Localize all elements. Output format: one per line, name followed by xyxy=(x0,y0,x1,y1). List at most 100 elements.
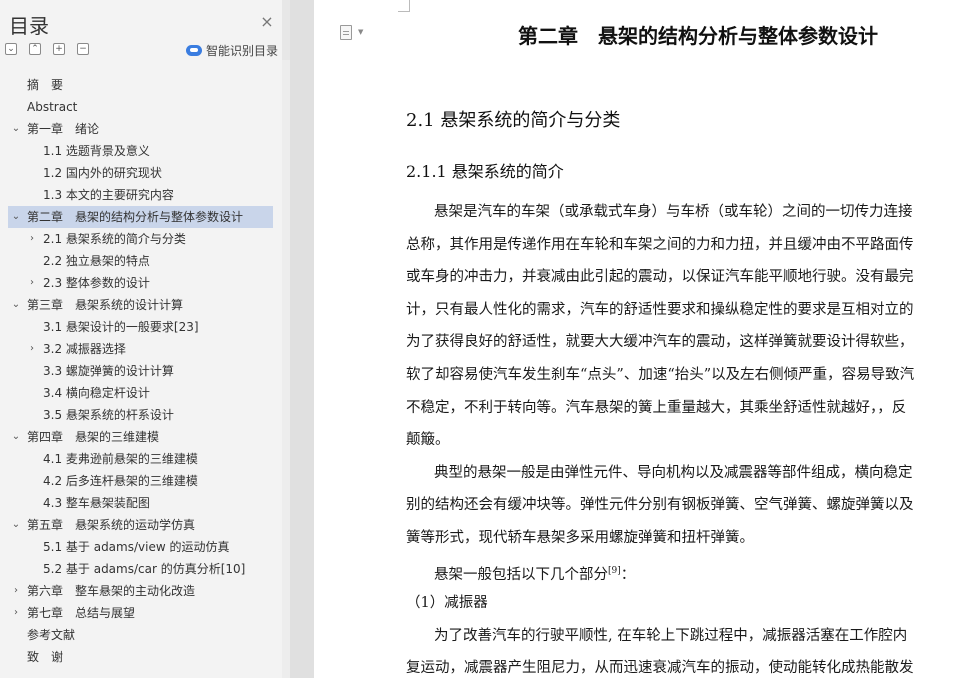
add-heading-icon[interactable]: + xyxy=(53,43,65,55)
panel-divider xyxy=(290,0,314,678)
toc-item-label: 3.4 横向稳定杆设计 xyxy=(43,386,150,400)
toc-item[interactable]: 4.2 后多连杆悬架的三维建模 xyxy=(8,470,273,492)
toc-item[interactable]: › 第七章 总结与展望 xyxy=(8,602,273,624)
paragraph-line: 软了却容易使汽车发生刹车“点头”、加速“抬头”以及左右侧倾严重，容易导致汽 xyxy=(406,365,914,385)
toc-item[interactable]: 3.5 悬架系统的杆系设计 xyxy=(8,404,273,426)
toc-item[interactable]: 摘 要 xyxy=(8,74,273,96)
toc-item[interactable]: 5.1 基于 adams/view 的运动仿真 xyxy=(8,536,273,558)
toc-item-label: 3.1 悬架设计的一般要求[23] xyxy=(43,320,199,334)
toc-item-label: 第五章 悬架系统的运动学仿真 xyxy=(27,518,196,532)
toc-item-label: 2.2 独立悬架的特点 xyxy=(43,254,150,268)
toc-item[interactable]: 3.1 悬架设计的一般要求[23] xyxy=(8,316,273,338)
paragraph-line: 计，只有最人性化的需求，汽车的舒适性要求和操纵稳定性的要求是互相对立的 xyxy=(406,300,914,320)
toc-item[interactable]: › 2.3 整体参数的设计 xyxy=(8,272,273,294)
toc-item[interactable]: 3.4 横向稳定杆设计 xyxy=(8,382,273,404)
line-tail: ： xyxy=(620,566,636,583)
toc-item-label: 摘 要 xyxy=(27,78,64,92)
toc-item[interactable]: ⌄ 第三章 悬架系统的设计计算 xyxy=(8,294,273,316)
smart-toc-label: 智能识别目录 xyxy=(206,43,279,58)
toc-item-label: 3.5 悬架系统的杆系设计 xyxy=(43,408,174,422)
paragraph-line: 总称，其作用是传递作用在车轮和车架之间的力和力扭，并且缓冲由不平路面传 xyxy=(406,235,914,255)
toc-item-label: 3.3 螺旋弹簧的设计计算 xyxy=(43,364,174,378)
line-text: 颠簸。 xyxy=(406,432,450,448)
toc-item-label: 2.3 整体参数的设计 xyxy=(43,276,150,290)
toc-item-label: 4.2 后多连杆悬架的三维建模 xyxy=(43,474,198,488)
subsection-title: 2.1.1 悬架系统的简介 xyxy=(406,162,564,181)
document-page: ▼ 第二章 悬架的结构分析与整体参数设计 2.1 悬架系统的简介与分类 2.1.… xyxy=(314,0,958,678)
toc-item-label: 2.1 悬架系统的简介与分类 xyxy=(43,232,186,246)
paragraph-line: 或车身的冲击力，并衰减由此引起的震动，以保证汽车能平顺地行驶。没有最完 xyxy=(406,267,914,287)
paragraph-line: 不稳定，不利于转向等。汽车悬架的簧上重量越大，其乘坐舒适性就越好，，反 xyxy=(406,398,906,418)
toc-item-label: 4.1 麦弗逊前悬架的三维建模 xyxy=(43,452,198,466)
line-text: 悬架一般包括以下几个部分 xyxy=(434,566,608,583)
toc-item-label: 致 谢 xyxy=(27,650,64,664)
toc-item[interactable]: 2.2 独立悬架的特点 xyxy=(8,250,273,272)
toc-item-label: Abstract xyxy=(27,100,78,114)
toc-item-label: 1.1 选题背景及意义 xyxy=(43,144,150,158)
toc-item-label: 5.1 基于 adams/view 的运动仿真 xyxy=(43,540,230,554)
toc-item-label: 第六章 整车悬架的主动化改造 xyxy=(27,584,196,598)
close-icon[interactable]: × xyxy=(258,13,276,31)
line-text: 别的结构还会有缓冲块等。弹性元件分别有钢板弹簧、空气弹簧、螺旋弹簧以及 xyxy=(406,497,914,513)
toc-item-label: 5.2 基于 adams/car 的仿真分析[10] xyxy=(43,562,246,576)
toc-item-label: 4.3 整车悬架装配图 xyxy=(43,496,150,510)
paragraph-line: 悬架是汽车的车架（或承载式车身）与车桥（或车轮）之间的一切传力连接 xyxy=(434,202,913,222)
chevron-down-icon[interactable]: ⌄ xyxy=(10,426,22,448)
toc-item[interactable]: 4.3 整车悬架装配图 xyxy=(8,492,273,514)
toc-item[interactable]: 1.1 选题背景及意义 xyxy=(8,140,273,162)
line-text: 复运动，减震器产生阻尼力，从而迅速衰减汽车的振动，使动能转化成热能散发 xyxy=(406,660,914,676)
line-text: 典型的悬架一般是由弹性元件、导向机构以及减震器等部件组成，横向稳定 xyxy=(434,465,913,481)
toc-item[interactable]: 5.2 基于 adams/car 的仿真分析[10] xyxy=(8,558,273,580)
toc-item[interactable]: 参考文献 xyxy=(8,624,273,646)
line-text: 总称，其作用是传递作用在车轮和车架之间的力和力扭，并且缓冲由不平路面传 xyxy=(406,237,914,253)
line-text: 计，只有最人性化的需求，汽车的舒适性要求和操纵稳定性的要求是互相对立的 xyxy=(406,302,914,318)
paragraph-line: 悬架一般包括以下几个部分[9]： xyxy=(434,561,635,585)
paragraph-line: 典型的悬架一般是由弹性元件、导向机构以及减震器等部件组成，横向稳定 xyxy=(434,463,913,483)
expand-all-icon[interactable]: ⌃ xyxy=(29,43,41,55)
toc-item[interactable]: 4.1 麦弗逊前悬架的三维建模 xyxy=(8,448,273,470)
toc-item-label: 1.2 国内外的研究现状 xyxy=(43,166,162,180)
toc-item[interactable]: ⌄ 第一章 绪论 xyxy=(8,118,273,140)
cloud-ai-icon xyxy=(186,44,202,56)
line-text: 悬架是汽车的车架（或承载式车身）与车桥（或车轮）之间的一切传力连接 xyxy=(434,204,913,220)
toc-title: 目录 xyxy=(9,14,49,38)
chevron-right-icon[interactable]: › xyxy=(26,272,38,294)
toc-item-label: 参考文献 xyxy=(27,628,76,642)
chevron-right-icon[interactable]: › xyxy=(10,602,22,624)
toc-item[interactable]: › 第六章 整车悬架的主动化改造 xyxy=(8,580,273,602)
toc-item[interactable]: 3.3 螺旋弹簧的设计计算 xyxy=(8,360,273,382)
toc-item-label: 第四章 悬架的三维建模 xyxy=(27,430,160,444)
toc-item[interactable]: 致 谢 xyxy=(8,646,273,668)
toc-item-label: 第七章 总结与展望 xyxy=(27,606,136,620)
toc-item[interactable]: Abstract xyxy=(8,96,273,118)
toc-item[interactable]: 1.3 本文的主要研究内容 xyxy=(8,184,273,206)
toc-item[interactable]: ⌄ 第二章 悬架的结构分析与整体参数设计 xyxy=(8,206,273,228)
chevron-right-icon[interactable]: › xyxy=(26,338,38,360)
toc-item[interactable]: › 2.1 悬架系统的简介与分类 xyxy=(8,228,273,250)
remove-heading-icon[interactable]: − xyxy=(77,43,89,55)
line-text: 为了改善汽车的行驶平顺性, 在车轮上下跳过程中，减振器活塞在工作腔内 xyxy=(434,628,908,644)
chevron-down-icon[interactable]: ⌄ xyxy=(10,294,22,316)
smart-toc-button[interactable]: 智能识别目录 xyxy=(186,41,278,59)
line-text: 不稳定，不利于转向等。汽车悬架的簧上重量越大，其乘坐舒适性就越好，，反 xyxy=(406,400,907,416)
toc-item[interactable]: ⌄ 第四章 悬架的三维建模 xyxy=(8,426,273,448)
chevron-right-icon[interactable]: › xyxy=(26,228,38,250)
toc-item[interactable]: 1.2 国内外的研究现状 xyxy=(8,162,273,184)
section-title: 2.1 悬架系统的简介与分类 xyxy=(406,110,621,131)
collapse-all-icon[interactable]: ⌄ xyxy=(5,43,17,55)
paragraph-line: 为了获得良好的舒适性，就要大大缓冲汽车的震动，这样弹簧就要设计得软些， xyxy=(406,332,914,352)
line-text: 或车身的冲击力，并衰减由此引起的震动，以保证汽车能平顺地行驶。没有最完 xyxy=(406,269,914,285)
toc-item[interactable]: ⌄ 第五章 悬架系统的运动学仿真 xyxy=(8,514,273,536)
citation-superscript[interactable]: [9] xyxy=(608,566,621,576)
toc-item[interactable]: › 3.2 减振器选择 xyxy=(8,338,273,360)
line-text: （1）减振器 xyxy=(406,595,488,611)
chevron-down-icon[interactable]: ⌄ xyxy=(10,118,22,140)
line-text: 为了获得良好的舒适性，就要大大缓冲汽车的震动，这样弹簧就要设计得软些， xyxy=(406,334,914,350)
toc-item-label: 3.2 减振器选择 xyxy=(43,342,126,356)
chevron-down-icon[interactable]: ⌄ xyxy=(10,514,22,536)
paragraph-line: 复运动，减震器产生阻尼力，从而迅速衰减汽车的振动，使动能转化成热能散发 xyxy=(406,658,914,678)
paragraph-line: 簧等形式，现代轿车悬架多采用螺旋弹簧和扭杆弹簧。 xyxy=(406,528,754,548)
toc-scrollbar[interactable] xyxy=(282,60,290,678)
chevron-right-icon[interactable]: › xyxy=(10,580,22,602)
chevron-down-icon[interactable]: ⌄ xyxy=(10,206,22,228)
